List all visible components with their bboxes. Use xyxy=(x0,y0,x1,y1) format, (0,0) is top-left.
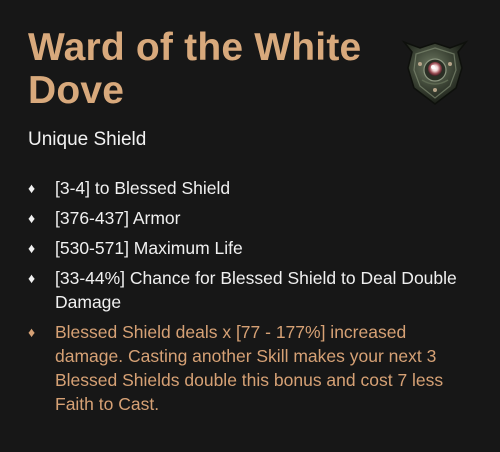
affix-text: [530-571] Maximum Life xyxy=(55,238,243,258)
item-tooltip: Ward of the White Dove Unique Shield ♦ [… xyxy=(0,0,500,452)
affix-text: [33-44%] Chance for Blessed Shield to De… xyxy=(55,268,457,312)
unique-power: ♦ Blessed Shield deals x [77 - 177%] inc… xyxy=(28,320,476,416)
affix-text: [3-4] to Blessed Shield xyxy=(55,178,231,198)
bullet-icon: ♦ xyxy=(28,270,36,286)
bullet-icon: ♦ xyxy=(28,210,36,226)
unique-power-text: Blessed Shield deals x [77 - 177%] incre… xyxy=(55,322,444,414)
affix-line: ♦ [530-571] Maximum Life xyxy=(28,236,476,260)
shield-icon xyxy=(400,38,470,108)
bullet-icon: ♦ xyxy=(28,240,36,256)
affix-list: ♦ [3-4] to Blessed Shield ♦ [376-437] Ar… xyxy=(28,176,476,416)
affix-line: ♦ [376-437] Armor xyxy=(28,206,476,230)
bullet-icon: ♦ xyxy=(28,324,36,340)
item-type: Unique Shield xyxy=(28,129,147,150)
affix-text: [376-437] Armor xyxy=(55,208,181,228)
affix-line: ♦ [3-4] to Blessed Shield xyxy=(28,176,476,200)
affix-line: ♦ [33-44%] Chance for Blessed Shield to … xyxy=(28,266,476,314)
item-name: Ward of the White Dove xyxy=(28,26,362,112)
bullet-icon: ♦ xyxy=(28,180,36,196)
